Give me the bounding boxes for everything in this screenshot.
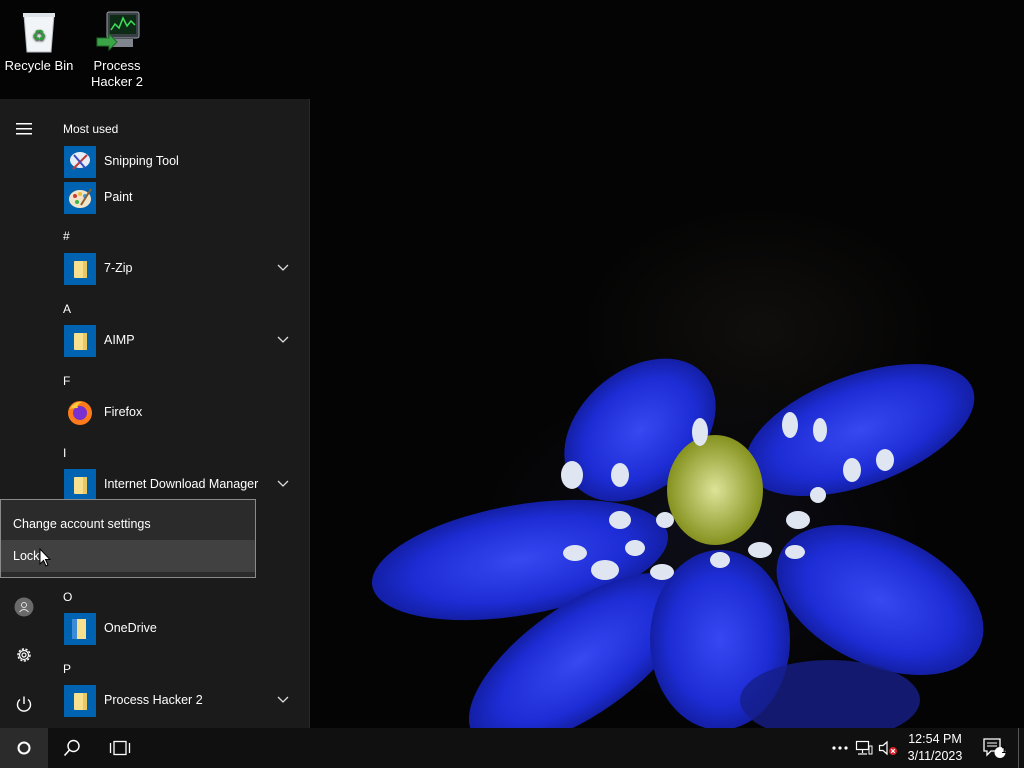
app-label: Firefox (104, 405, 143, 419)
app-onedrive[interactable]: OneDrive (48, 611, 309, 647)
group-header-o[interactable]: O (63, 590, 72, 604)
task-view-button[interactable] (96, 728, 144, 768)
notification-count-badge: 1 (1001, 745, 1007, 755)
action-center-button[interactable]: 1 (976, 728, 1012, 768)
clock-time: 12:54 PM (908, 732, 962, 746)
show-hidden-icons-button[interactable] (828, 728, 852, 768)
user-icon (14, 597, 34, 617)
app-internet-download-manager[interactable]: Internet Download Manager (48, 467, 309, 503)
hamburger-icon (16, 123, 32, 135)
process-hacker-icon (93, 10, 141, 54)
app-label: Internet Download Manager (104, 477, 259, 491)
most-used-header: Most used (63, 122, 119, 136)
firefox-icon (64, 397, 96, 429)
app-aimp[interactable]: AIMP (48, 323, 309, 359)
app-label: Snipping Tool (104, 154, 179, 168)
network-icon (855, 740, 873, 755)
folder-icon (64, 685, 96, 717)
svg-text:♻: ♻ (32, 26, 46, 45)
settings-button[interactable] (0, 635, 48, 675)
app-7-zip[interactable]: 7-Zip (48, 251, 309, 287)
expand-menu-button[interactable] (0, 109, 48, 149)
desktop-icon-recycle-bin[interactable]: ♻ Recycle Bin (0, 10, 78, 74)
app-label: Paint (104, 190, 133, 204)
task-view-icon (109, 740, 131, 756)
recycle-bin-icon: ♻ (15, 10, 63, 54)
folder-icon (64, 325, 96, 357)
chevron-down-icon[interactable] (275, 259, 291, 275)
network-button[interactable] (852, 728, 876, 768)
settings-gear-icon (17, 648, 31, 662)
group-header-a[interactable]: A (63, 302, 71, 316)
start-circle-icon (17, 741, 31, 755)
mouse-cursor-icon (39, 548, 51, 567)
snipping-tool-icon (64, 146, 96, 178)
start-menu: Most used Snipping Tool Paint # 7-Zip A … (0, 99, 310, 728)
desktop-icon-label: Process Hacker 2 (90, 58, 144, 89)
group-header-hash[interactable]: # (63, 229, 70, 243)
desktop-icon-label: Recycle Bin (4, 58, 74, 73)
app-process-hacker-2[interactable]: Process Hacker 2 (48, 683, 309, 719)
app-label: AIMP (104, 333, 135, 347)
menu-item-label: Change account settings (13, 517, 151, 531)
show-desktop-button[interactable] (1018, 728, 1024, 768)
start-button[interactable] (0, 728, 48, 768)
volume-muted-icon (878, 740, 897, 756)
app-label: Process Hacker 2 (104, 693, 203, 707)
app-firefox[interactable]: Firefox (48, 395, 309, 431)
group-header-p[interactable]: P (63, 662, 71, 676)
chevron-down-icon[interactable] (275, 691, 291, 707)
power-button[interactable] (0, 684, 48, 724)
group-header-f[interactable]: F (63, 374, 70, 388)
paint-icon (64, 182, 96, 214)
app-snipping-tool[interactable]: Snipping Tool (48, 144, 309, 180)
app-label: OneDrive (104, 621, 157, 635)
volume-button[interactable] (876, 728, 900, 768)
user-account-button[interactable] (0, 587, 48, 627)
change-account-settings-item[interactable]: Change account settings (1, 508, 255, 540)
onedrive-icon (64, 613, 96, 645)
folder-icon (64, 253, 96, 285)
taskbar: 12:54 PM 3/11/2023 1 (0, 728, 1024, 768)
app-paint[interactable]: Paint (48, 180, 309, 216)
search-icon (63, 739, 80, 757)
overflow-dots-icon (832, 746, 848, 750)
power-icon (16, 696, 32, 712)
menu-item-label: Lock (13, 549, 40, 563)
app-label: 7-Zip (104, 261, 133, 275)
chevron-down-icon[interactable] (275, 475, 291, 491)
desktop-icon-process-hacker[interactable]: Process Hacker 2 (78, 10, 156, 90)
clock-date: 3/11/2023 (907, 749, 963, 763)
taskbar-clock[interactable]: 12:54 PM 3/11/2023 (898, 731, 972, 765)
group-header-i[interactable]: I (63, 446, 66, 460)
folder-icon (64, 469, 96, 501)
chevron-down-icon[interactable] (275, 331, 291, 347)
search-button[interactable] (48, 728, 96, 768)
